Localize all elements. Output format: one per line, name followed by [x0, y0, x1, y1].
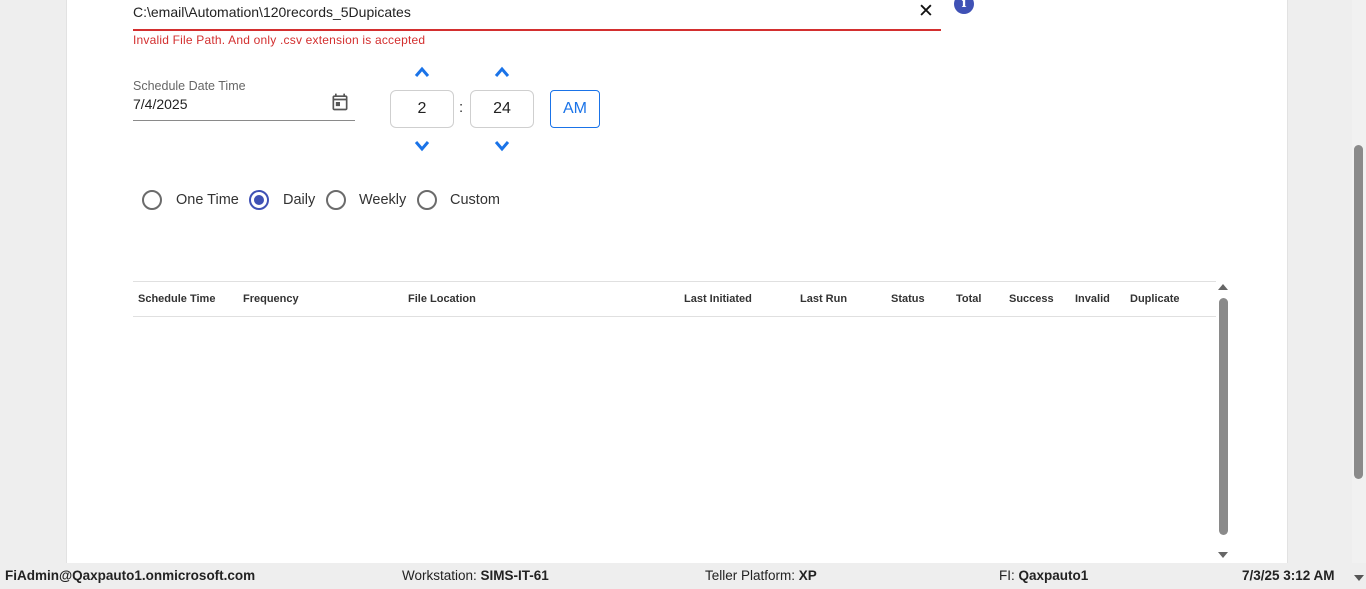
- time-separator: :: [459, 99, 464, 116]
- schedule-date-value[interactable]: 7/4/2025: [133, 96, 188, 112]
- footer-fi-value: Qaxpauto1: [1018, 568, 1089, 583]
- column-header-status[interactable]: Status: [891, 293, 925, 305]
- column-header-success[interactable]: Success: [1009, 293, 1054, 305]
- table-scrollbar-thumb[interactable]: [1219, 298, 1228, 535]
- close-icon[interactable]: ✕: [917, 2, 935, 22]
- column-header-last-run[interactable]: Last Run: [800, 293, 847, 305]
- schedule-date-label: Schedule Date Time: [133, 79, 246, 93]
- file-path-field[interactable]: C:\email\Automation\120records_5Dupicate…: [133, 0, 941, 31]
- column-header-invalid[interactable]: Invalid: [1075, 293, 1110, 305]
- column-header-total[interactable]: Total: [956, 293, 981, 305]
- footer-platform-value: XP: [798, 568, 817, 583]
- column-header-last-initiated[interactable]: Last Initiated: [684, 293, 752, 305]
- radio-daily[interactable]: [249, 190, 269, 210]
- file-path-error: Invalid File Path. And only .csv extensi…: [133, 33, 426, 47]
- footer-user: FiAdmin@Qaxpauto1.onmicrosoft.com: [5, 568, 256, 583]
- status-footer: FiAdmin@Qaxpauto1.onmicrosoft.com Workst…: [0, 563, 1352, 589]
- hour-input[interactable]: 2: [390, 90, 454, 128]
- footer-workstation-value: SIMS-IT-61: [480, 568, 549, 583]
- column-header-schedule-time[interactable]: Schedule Time: [138, 293, 215, 305]
- page-scrollbar-thumb[interactable]: [1354, 145, 1363, 479]
- table-scroll-down-icon[interactable]: [1218, 552, 1228, 558]
- calendar-icon[interactable]: [330, 92, 350, 112]
- schedule-date-field[interactable]: Schedule Date Time 7/4/2025: [133, 78, 355, 121]
- footer-platform-label: Teller Platform:: [705, 568, 796, 583]
- hour-down-chevron-icon[interactable]: [414, 140, 430, 152]
- footer-datetime: 7/3/25 3:12 AM: [1242, 568, 1335, 583]
- radio-label-daily[interactable]: Daily: [283, 192, 315, 208]
- table-scroll-up-icon[interactable]: [1218, 284, 1228, 290]
- column-header-file-location[interactable]: File Location: [408, 293, 476, 305]
- page-scroll-down-icon[interactable]: [1354, 575, 1364, 581]
- footer-workstation-label: Workstation:: [402, 568, 477, 583]
- footer-fi: FI: Qaxpauto1: [999, 568, 1088, 583]
- radio-weekly[interactable]: [326, 190, 346, 210]
- footer-workstation: Workstation: SIMS-IT-61: [402, 568, 549, 583]
- footer-fi-label: FI:: [999, 568, 1015, 583]
- radio-label-custom[interactable]: Custom: [450, 192, 500, 208]
- file-path-value[interactable]: C:\email\Automation\120records_5Dupicate…: [133, 4, 411, 20]
- am-pm-toggle-button[interactable]: AM: [550, 90, 600, 128]
- radio-label-one-time[interactable]: One Time: [176, 192, 239, 208]
- radio-one-time[interactable]: [142, 190, 162, 210]
- hour-up-chevron-icon[interactable]: [414, 66, 430, 78]
- schedule-table-header: Schedule Time Frequency File Location La…: [133, 281, 1216, 317]
- radio-custom[interactable]: [417, 190, 437, 210]
- minute-up-chevron-icon[interactable]: [494, 66, 510, 78]
- radio-label-weekly[interactable]: Weekly: [359, 192, 406, 208]
- minute-input[interactable]: 24: [470, 90, 534, 128]
- column-header-frequency[interactable]: Frequency: [243, 293, 299, 305]
- minute-down-chevron-icon[interactable]: [494, 140, 510, 152]
- column-header-duplicate[interactable]: Duplicate: [1130, 293, 1180, 305]
- footer-platform: Teller Platform: XP: [705, 568, 817, 583]
